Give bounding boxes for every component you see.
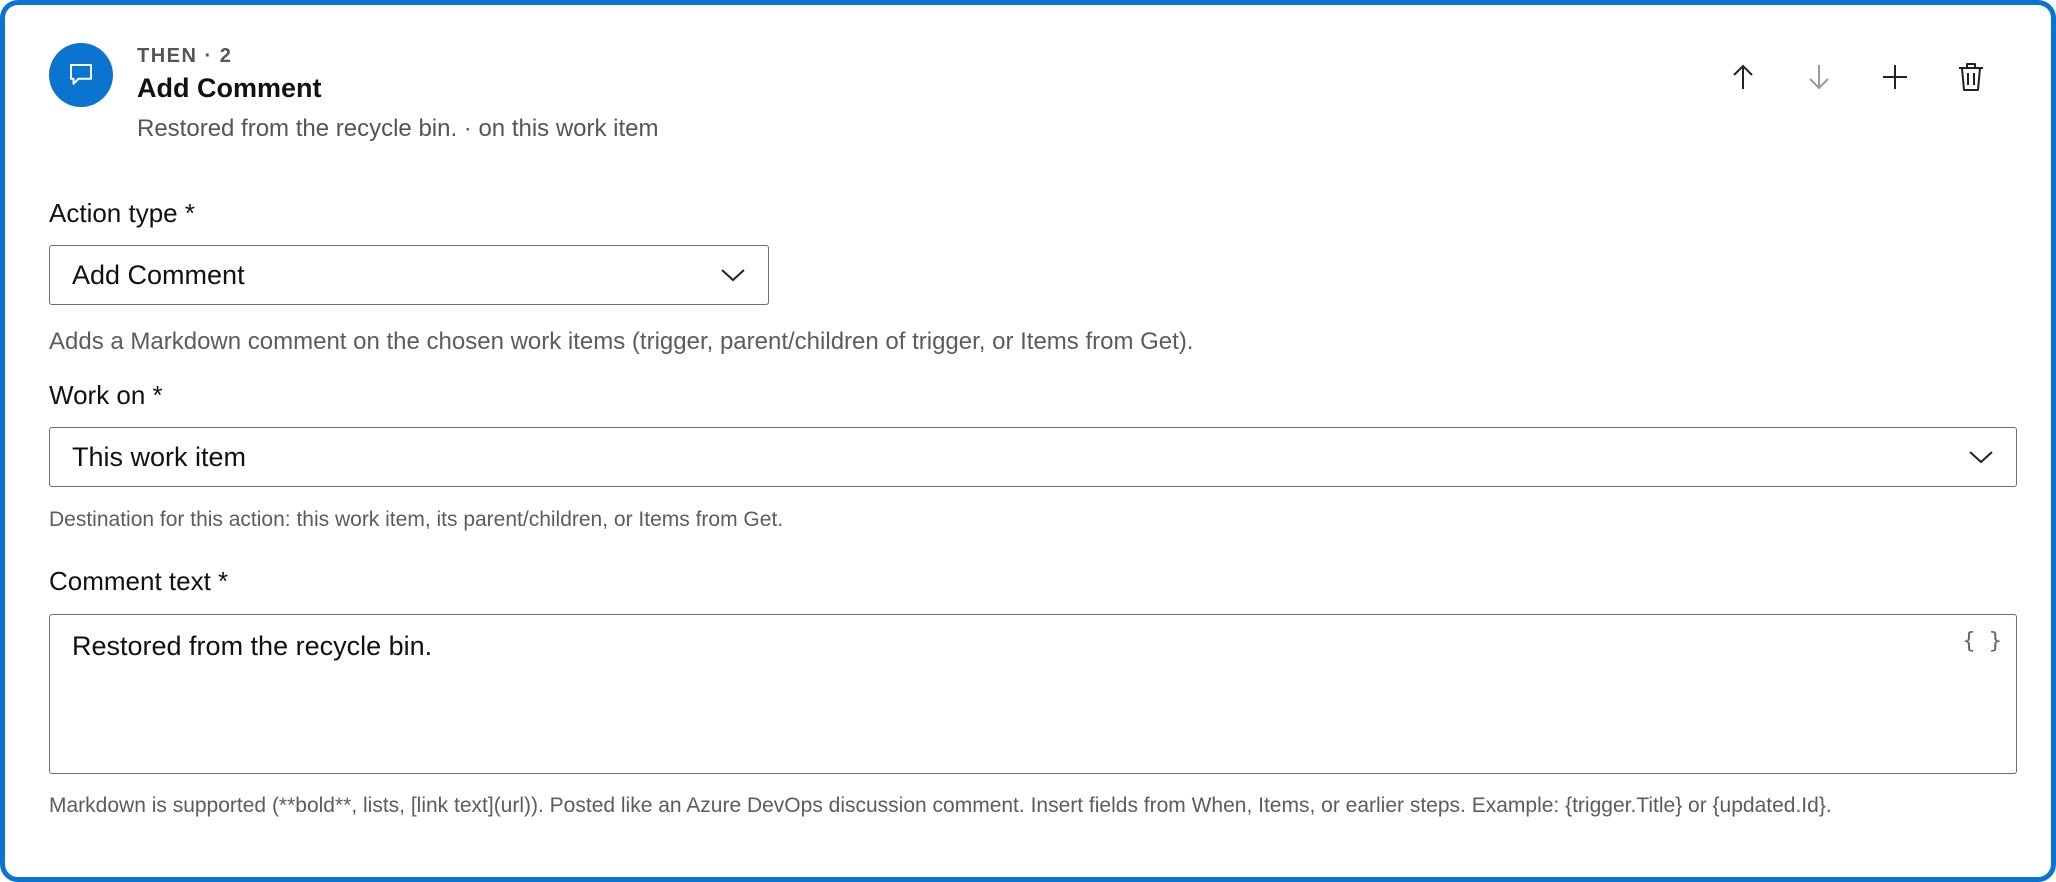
arrow-down-icon <box>1809 65 1829 90</box>
work-on-select[interactable]: This work item <box>49 427 2017 487</box>
comment-text-help: Markdown is supported (**bold**, lists, … <box>49 794 1832 817</box>
action-type-help: Adds a Markdown comment on the chosen wo… <box>49 328 1194 355</box>
action-card: THEN · 2 Add Comment Restored from the r… <box>0 0 2056 882</box>
step-summary: Restored from the recycle bin. · on this… <box>137 115 659 142</box>
action-type-value: Add Comment <box>72 259 245 290</box>
move-up-button[interactable] <box>1727 57 1759 97</box>
insert-field-button[interactable]: { } <box>1962 629 2002 654</box>
chevron-down-icon <box>721 269 745 282</box>
work-on-help: Destination for this action: this work i… <box>49 508 784 531</box>
comment-text-label: Comment text * <box>49 566 229 596</box>
move-down-button[interactable] <box>1803 57 1835 97</box>
delete-step-button[interactable] <box>1955 57 1987 97</box>
comment-icon <box>49 43 113 107</box>
step-title: Add Comment <box>137 73 322 103</box>
arrow-up-icon <box>1733 64 1753 89</box>
step-kicker: THEN · 2 <box>137 45 233 67</box>
action-type-label: Action type * <box>49 198 195 228</box>
chevron-down-icon <box>1969 451 1993 464</box>
step-toolbar <box>1727 57 1987 97</box>
comment-text-input[interactable]: Restored from the recycle bin. { } <box>49 614 2017 774</box>
add-step-button[interactable] <box>1879 57 1911 97</box>
plus-icon <box>1883 65 1907 89</box>
action-type-select[interactable]: Add Comment <box>49 245 769 305</box>
work-on-label: Work on * <box>49 380 163 410</box>
work-on-value: This work item <box>72 441 247 472</box>
trash-icon <box>1959 63 1983 91</box>
comment-text-value: Restored from the recycle bin. <box>72 631 433 661</box>
